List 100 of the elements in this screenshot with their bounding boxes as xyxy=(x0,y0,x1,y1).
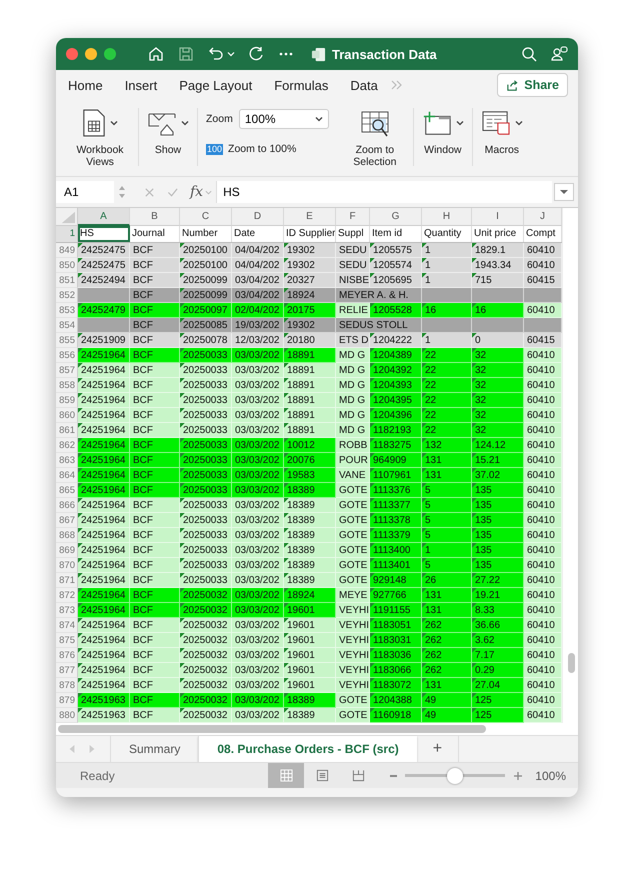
ribbon-tab[interactable]: Insert xyxy=(124,78,158,92)
macros-label[interactable]: Macros xyxy=(484,144,520,156)
zoom-dropdown[interactable]: 100% xyxy=(238,109,329,129)
scrollbar-thumb[interactable] xyxy=(568,653,575,673)
table-cell: 03/03/202 xyxy=(232,543,284,558)
macros-icon[interactable] xyxy=(480,110,511,136)
home-icon[interactable] xyxy=(147,45,165,63)
row-number[interactable]: 862 xyxy=(56,438,78,453)
row-number[interactable]: 880 xyxy=(56,708,78,723)
show-label[interactable]: Show xyxy=(154,144,182,156)
row-number[interactable]: 852 xyxy=(56,288,78,303)
table-cell: 20250100 xyxy=(180,258,232,273)
zoom-selection-icon[interactable] xyxy=(360,110,390,138)
new-window-icon[interactable] xyxy=(422,110,452,136)
row-number[interactable]: 853 xyxy=(56,303,78,318)
sheet-tab[interactable]: 08. Purchase Orders - BCF (src) xyxy=(198,736,417,762)
row-number[interactable]: 874 xyxy=(56,618,78,633)
stepper-icon[interactable] xyxy=(118,184,126,200)
row-number[interactable]: 857 xyxy=(56,363,78,378)
minimize-button[interactable] xyxy=(85,48,97,60)
search-icon[interactable] xyxy=(520,45,538,63)
row-number[interactable]: 864 xyxy=(56,468,78,483)
row-number[interactable]: 1 xyxy=(56,226,78,242)
name-box[interactable]: A1 xyxy=(56,181,114,203)
table-cell: GOTE xyxy=(336,513,370,528)
column-header[interactable]: B xyxy=(130,208,180,226)
row-number[interactable]: 861 xyxy=(56,423,78,438)
ribbon-tab[interactable]: Data xyxy=(350,78,378,92)
table-cell: 20250032 xyxy=(180,663,232,678)
zoom-button[interactable] xyxy=(104,48,116,60)
row-number[interactable]: 873 xyxy=(56,603,78,618)
row-number[interactable]: 866 xyxy=(56,498,78,513)
row-number[interactable]: 870 xyxy=(56,558,78,573)
people-icon[interactable] xyxy=(550,45,568,63)
caret-icon[interactable] xyxy=(227,50,235,58)
row-number[interactable]: 876 xyxy=(56,648,78,663)
column-header[interactable]: F xyxy=(336,208,370,226)
scrollbar-thumb[interactable] xyxy=(58,725,486,733)
redo-icon[interactable] xyxy=(247,45,265,63)
row-number[interactable]: 856 xyxy=(56,348,78,363)
expand-button[interactable] xyxy=(554,183,574,201)
zoom-in-icon[interactable] xyxy=(513,770,524,780)
row-number[interactable]: 849 xyxy=(56,243,78,258)
row-number[interactable]: 854 xyxy=(56,318,78,333)
table-cell: 1204389 xyxy=(370,348,422,363)
normal-view-button[interactable] xyxy=(268,763,304,788)
save-icon[interactable] xyxy=(177,45,195,63)
row-number[interactable]: 871 xyxy=(56,573,78,588)
ribbon-tab[interactable]: Page Layout xyxy=(179,78,252,92)
row-number[interactable]: 850 xyxy=(56,258,78,273)
check-icon[interactable] xyxy=(167,186,178,198)
workbook-icon[interactable] xyxy=(82,108,106,138)
page-break-icon xyxy=(352,769,365,782)
column-header[interactable]: E xyxy=(284,208,336,226)
table-cell: 03/03/202 xyxy=(232,588,284,603)
row-number[interactable]: 855 xyxy=(56,333,78,348)
caret-icon[interactable] xyxy=(110,119,118,127)
row-number[interactable]: 878 xyxy=(56,678,78,693)
row-number[interactable]: 859 xyxy=(56,393,78,408)
column-header[interactable]: I xyxy=(472,208,524,226)
table-cell: 60410 xyxy=(524,588,562,603)
formula-field[interactable]: HS xyxy=(216,181,552,203)
row-number[interactable]: 877 xyxy=(56,663,78,678)
row-number[interactable]: 867 xyxy=(56,513,78,528)
table-cell: 60415 xyxy=(524,273,562,288)
column-header[interactable]: C xyxy=(180,208,232,226)
row-number[interactable]: 863 xyxy=(56,453,78,468)
column-header[interactable]: H xyxy=(422,208,472,226)
slider-thumb[interactable] xyxy=(447,768,464,784)
zoom-to-100-button[interactable]: Zoom to 100% xyxy=(228,143,296,155)
table-cell: MEYER A. & H. xyxy=(336,288,422,303)
row-number[interactable]: 869 xyxy=(56,543,78,558)
caret-icon[interactable] xyxy=(181,119,189,127)
ribbon-tab[interactable]: Formulas xyxy=(274,78,328,92)
row-number[interactable]: 875 xyxy=(56,633,78,648)
table-cell: 20250032 xyxy=(180,678,232,693)
workbook-views-label[interactable]: Workbook Views xyxy=(70,144,130,168)
table-cell: 24251964 xyxy=(78,363,130,378)
ribbon-tab[interactable]: Home xyxy=(68,78,103,92)
row-number[interactable]: 865 xyxy=(56,483,78,498)
column-header[interactable]: G xyxy=(370,208,422,226)
share-button[interactable]: Share xyxy=(497,73,568,97)
table-cell: 1183066 xyxy=(370,663,422,678)
column-header[interactable]: A xyxy=(78,208,130,226)
zoom-to-selection-button[interactable]: Zoom to Selection xyxy=(344,144,405,168)
row-number[interactable]: 868 xyxy=(56,528,78,543)
row-number[interactable]: 851 xyxy=(56,273,78,288)
caret-icon[interactable] xyxy=(514,119,523,127)
caret-icon[interactable] xyxy=(456,119,464,127)
row-number[interactable]: 872 xyxy=(56,588,78,603)
table-cell: GOTE xyxy=(336,573,370,588)
row-number[interactable]: 879 xyxy=(56,693,78,708)
row-number[interactable]: 858 xyxy=(56,378,78,393)
column-header[interactable]: J xyxy=(524,208,562,226)
table-cell: 18891 xyxy=(284,393,336,408)
window-label[interactable]: Window xyxy=(424,144,462,156)
row-number[interactable]: 860 xyxy=(56,408,78,423)
insert-function-button[interactable]: fx xyxy=(190,184,204,200)
column-header[interactable]: D xyxy=(232,208,284,226)
close-button[interactable] xyxy=(66,48,78,60)
